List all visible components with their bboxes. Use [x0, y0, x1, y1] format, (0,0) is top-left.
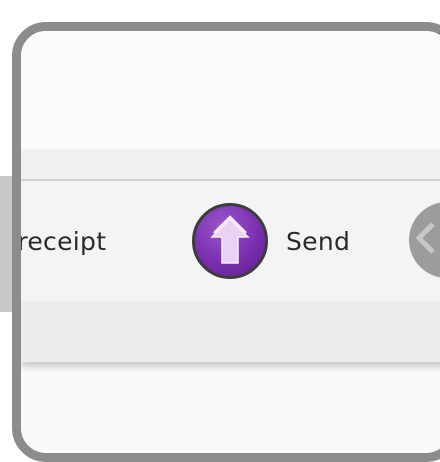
action-row: t receipt Send	[21, 179, 440, 303]
send-action-label: Send	[286, 226, 351, 256]
receipt-action-label: t receipt	[17, 226, 107, 256]
action-bar: t receipt Send	[21, 149, 440, 362]
receipt-action[interactable]: t receipt	[17, 181, 107, 301]
send-action[interactable]: Send	[192, 181, 350, 301]
device-frame: t receipt Send	[12, 22, 440, 462]
up-arrow-icon[interactable]	[192, 203, 268, 279]
screen-top-area	[21, 31, 440, 149]
lower-strip	[21, 301, 440, 362]
next-button[interactable]	[409, 202, 440, 278]
chevron-left-icon	[409, 218, 440, 262]
